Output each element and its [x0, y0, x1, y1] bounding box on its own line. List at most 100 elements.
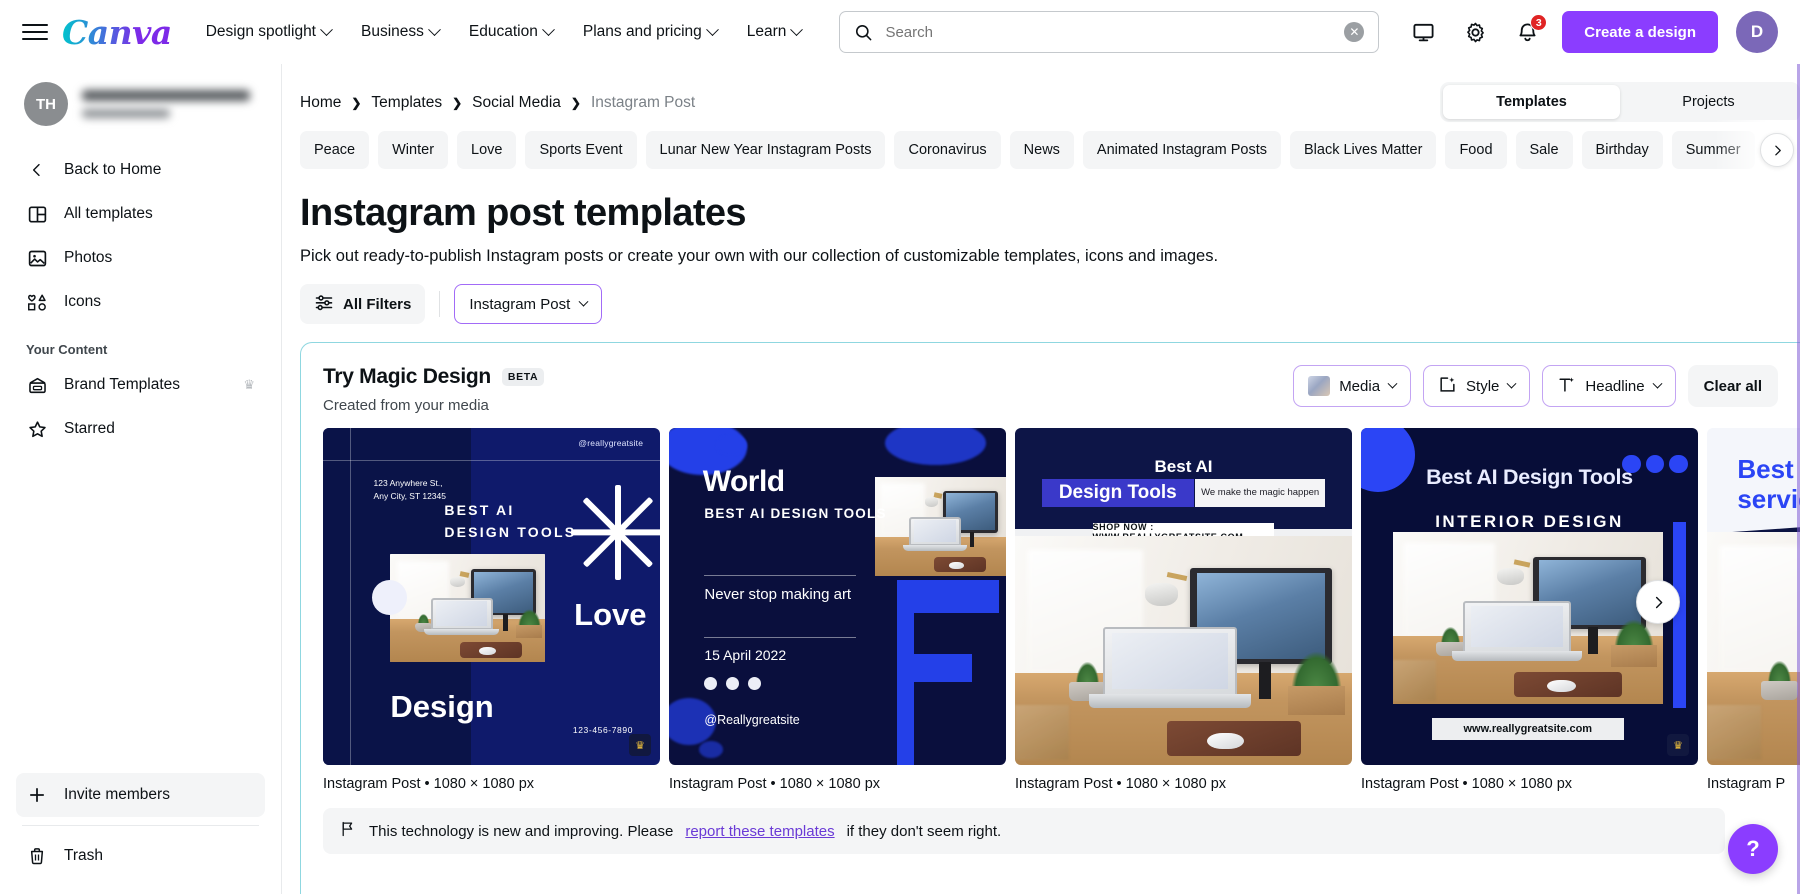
template-caption: Instagram Post • 1080 × 1080 px — [669, 765, 1006, 792]
chip-animated-instagram-posts[interactable]: Animated Instagram Posts — [1083, 131, 1281, 169]
category-chip-row[interactable]: Peace Winter Love Sports Event Lunar New… — [282, 120, 1800, 180]
create-a-design-button[interactable]: Create a design — [1562, 11, 1718, 53]
photo-icon — [26, 247, 48, 269]
template-url: www.reallygreatsite.com — [1432, 718, 1624, 740]
tab-templates[interactable]: Templates — [1443, 85, 1620, 119]
chevron-right-icon — [1771, 144, 1784, 157]
template-card[interactable]: Best AI Design Tools We make the magic h… — [1015, 428, 1352, 792]
nav-item-education[interactable]: Education — [469, 23, 553, 41]
gear-icon[interactable] — [1458, 15, 1492, 49]
template-thumbnail[interactable]: Best AI Design Tools We make the magic h… — [1015, 428, 1352, 765]
style-sparkle-icon — [1438, 375, 1457, 398]
media-dropdown[interactable]: Media — [1293, 365, 1411, 407]
invite-members-button[interactable]: Invite members — [16, 773, 265, 817]
sidebar-divider — [22, 825, 259, 826]
magic-design-panel: Try Magic Design BETA Created from your … — [300, 342, 1800, 894]
search-box[interactable]: ✕ — [839, 11, 1379, 53]
nav-item-design-spotlight[interactable]: Design spotlight — [206, 23, 331, 41]
chevron-down-icon — [1652, 378, 1662, 388]
template-title-line2: Design Tools — [1042, 479, 1194, 508]
search-input[interactable] — [885, 24, 1344, 41]
template-word-right: Love — [574, 597, 646, 633]
chip-next-button[interactable] — [1760, 133, 1794, 167]
template-card[interactable]: Best A servic — [1707, 428, 1800, 792]
nav-item-learn[interactable]: Learn — [747, 23, 802, 41]
breadcrumb-item-home[interactable]: Home — [300, 94, 341, 112]
chip-winter[interactable]: Winter — [378, 131, 448, 169]
avatar[interactable]: D — [1736, 11, 1778, 53]
sidebar-item-label: Back to Home — [64, 161, 255, 179]
tab-projects[interactable]: Projects — [1620, 85, 1797, 119]
notice-text-after: if they don't seem right. — [847, 823, 1002, 840]
template-card[interactable]: World BEST AI DESIGN TOOLS Never stop ma… — [669, 428, 1006, 792]
display-icon[interactable] — [1406, 15, 1440, 49]
breadcrumb-item-templates[interactable]: Templates — [371, 94, 442, 112]
template-thumbnail[interactable]: @reallygreatsite 123 Anywhere St.,Any Ci… — [323, 428, 660, 765]
canva-logo[interactable]: Canva — [62, 13, 172, 52]
magic-design-header: Try Magic Design BETA Created from your … — [301, 343, 1800, 414]
nav-label: Learn — [747, 23, 787, 41]
help-button[interactable]: ? — [1728, 824, 1778, 874]
template-headline: World — [703, 465, 785, 499]
sidebar-spacer — [16, 451, 265, 773]
breadcrumb-row: Home ❯ Templates ❯ Social Media ❯ Instag… — [282, 64, 1800, 120]
template-card[interactable]: @reallygreatsite 123 Anywhere St.,Any Ci… — [323, 428, 660, 792]
chip-birthday[interactable]: Birthday — [1582, 131, 1663, 169]
design-type-dropdown[interactable]: Instagram Post — [454, 284, 602, 324]
sidebar-item-all-templates[interactable]: All templates — [16, 192, 265, 236]
chip-food[interactable]: Food — [1445, 131, 1506, 169]
clear-icon[interactable]: ✕ — [1344, 22, 1364, 42]
nav-label: Design spotlight — [206, 23, 316, 41]
chevron-down-icon — [1507, 378, 1517, 388]
template-caption: Instagram Post • 1080 × 1080 px — [1361, 765, 1698, 792]
magic-design-controls: Media Style — [1293, 365, 1800, 407]
sidebar-item-icons[interactable]: Icons — [16, 280, 265, 324]
search-icon — [854, 23, 873, 42]
circle-shape — [372, 580, 407, 615]
headline-dropdown[interactable]: Headline — [1542, 365, 1675, 407]
beta-notice: This technology is new and improving. Pl… — [323, 808, 1725, 854]
templates-projects-switch: Templates Projects — [1440, 82, 1800, 122]
template-caption: Instagram Post • 1080 × 1080 px — [323, 765, 660, 792]
style-dropdown[interactable]: Style — [1423, 365, 1530, 407]
sidebar-item-brand-templates[interactable]: Brand Templates ♛ — [16, 363, 265, 407]
chip-sports-event[interactable]: Sports Event — [525, 131, 636, 169]
chip-lunar-new-year-instagram-posts[interactable]: Lunar New Year Instagram Posts — [646, 131, 886, 169]
chip-black-lives-matter[interactable]: Black Lives Matter — [1290, 131, 1436, 169]
template-thumbnail[interactable]: World BEST AI DESIGN TOOLS Never stop ma… — [669, 428, 1006, 765]
account-name-redacted — [82, 90, 257, 118]
chip-coronavirus[interactable]: Coronavirus — [894, 131, 1000, 169]
clear-all-button[interactable]: Clear all — [1688, 365, 1778, 407]
nav-label: Business — [361, 23, 424, 41]
hamburger-icon[interactable] — [18, 15, 52, 49]
sidebar-item-trash[interactable]: Trash — [16, 834, 265, 878]
breadcrumb-item-social-media[interactable]: Social Media — [472, 94, 561, 112]
sidebar-item-starred[interactable]: Starred — [16, 407, 265, 451]
carousel-next-button[interactable] — [1636, 580, 1680, 624]
chevron-right-icon: ❯ — [571, 96, 581, 110]
chip-sale[interactable]: Sale — [1516, 131, 1573, 169]
template-photo — [1015, 536, 1352, 765]
bell-icon[interactable]: 3 — [1510, 15, 1544, 49]
template-caption: Instagram P — [1707, 765, 1800, 792]
template-thumbnail[interactable]: Best A servic — [1707, 428, 1800, 765]
sidebar-item-photos[interactable]: Photos — [16, 236, 265, 280]
chevron-down-icon — [542, 23, 555, 36]
template-photo — [1707, 532, 1800, 765]
nav-item-business[interactable]: Business — [361, 23, 439, 41]
chip-news[interactable]: News — [1010, 131, 1074, 169]
chip-love[interactable]: Love — [457, 131, 516, 169]
all-filters-button[interactable]: All Filters — [300, 284, 425, 324]
magic-design-heading-block: Try Magic Design BETA Created from your … — [323, 365, 544, 414]
chevron-down-icon — [320, 23, 333, 36]
report-templates-link[interactable]: report these templates — [685, 823, 834, 840]
sidebar-item-back-to-home[interactable]: Back to Home — [16, 148, 265, 192]
account-switcher[interactable]: TH — [16, 64, 265, 132]
filter-divider — [439, 291, 440, 317]
nav-item-plans-and-pricing[interactable]: Plans and pricing — [583, 23, 717, 41]
chip-summer[interactable]: Summer — [1672, 131, 1755, 169]
letter-f-shape — [864, 580, 999, 765]
chip-peace[interactable]: Peace — [300, 131, 369, 169]
crown-icon: ♛ — [243, 377, 255, 393]
template-address: 123 Anywhere St.,Any City, ST 12345 — [374, 477, 446, 503]
